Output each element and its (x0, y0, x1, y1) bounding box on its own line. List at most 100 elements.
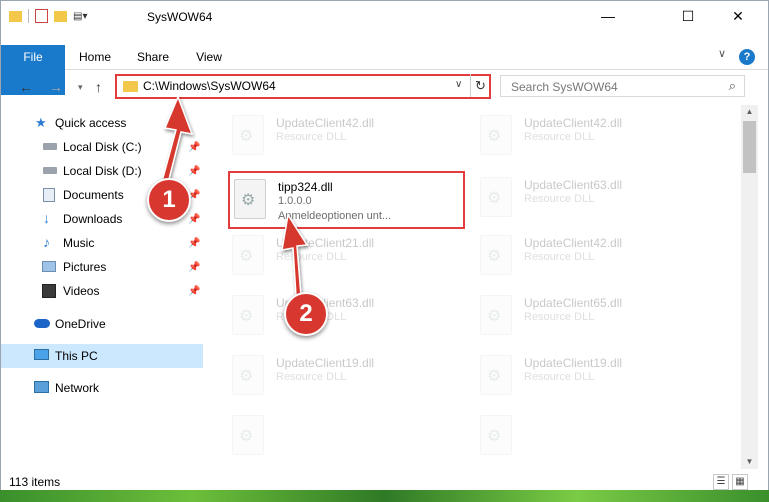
file-item[interactable]: UpdateClient42.dll Resource DLL (476, 229, 706, 279)
help-icon[interactable]: ? (739, 49, 755, 65)
pin-icon[interactable]: 📌 (188, 286, 200, 297)
properties-icon[interactable] (35, 9, 48, 23)
search-icon[interactable]: ⌕ (729, 78, 736, 94)
back-arrow-icon[interactable]: ← (19, 79, 33, 95)
sidebar-item-label: OneDrive (55, 317, 106, 331)
pin-icon[interactable]: 📌 (188, 214, 200, 225)
ribbon-tabs: File Home Share View ∨ ? (1, 45, 768, 95)
file-name: UpdateClient42.dll (524, 116, 623, 130)
computer-icon (34, 349, 49, 360)
tab-share[interactable]: Share (131, 45, 175, 69)
address-path[interactable]: C:\Windows\SysWOW64 (143, 79, 276, 93)
file-version: 1.0.0.0 (278, 195, 312, 207)
pin-icon[interactable]: 📌 (188, 166, 200, 177)
sidebar-item-quick-access[interactable]: ★ Quick access (1, 111, 203, 135)
expand-ribbon-icon[interactable]: ∨ (718, 47, 726, 60)
file-description: Resource DLL (524, 311, 595, 323)
file-description: Resource DLL (524, 371, 595, 383)
file-name: UpdateClient63.dll (524, 178, 623, 192)
file-description: Resource DLL (524, 251, 595, 263)
tab-view[interactable]: View (189, 45, 229, 69)
close-button[interactable]: ✕ (715, 1, 761, 31)
drive-icon (43, 167, 57, 174)
sidebar-item-label: Music (63, 236, 95, 250)
scrollbar-thumb[interactable] (743, 121, 756, 173)
search-input[interactable] (509, 77, 713, 97)
customize-toolbar-icon[interactable]: ▤▾ (73, 11, 87, 22)
file-item[interactable]: UpdateClient19.dll Resource DLL (228, 349, 458, 399)
pin-icon[interactable]: 📌 (188, 238, 200, 249)
file-item[interactable]: UpdateClient42.dll Resource DLL (476, 109, 706, 159)
forward-arrow-icon[interactable]: → (49, 79, 63, 95)
file-item[interactable] (476, 409, 706, 455)
sidebar-item-network[interactable]: Network (1, 376, 203, 400)
sidebar-item-label: Local Disk (D:) (63, 164, 142, 178)
sidebar-item-pictures[interactable]: Pictures 📌 (1, 255, 203, 279)
sidebar-item-local-disk-c[interactable]: Local Disk (C:) 📌 (1, 135, 203, 159)
refresh-icon[interactable]: ↻ (470, 74, 490, 97)
sidebar-item-label: Pictures (63, 260, 107, 274)
quick-access-toolbar: ▤▾ (9, 9, 87, 23)
file-item[interactable]: UpdateClient63.dll Resource DLL (476, 171, 706, 221)
sidebar-item-label: This PC (55, 349, 98, 363)
file-name: UpdateClient65.dll (524, 296, 623, 310)
window-title: SysWOW64 (147, 10, 213, 24)
step-1-badge: 1 (147, 178, 191, 222)
folder-icon (9, 10, 22, 22)
videos-icon (42, 284, 56, 298)
vertical-scrollbar[interactable]: ▲ ▼ (741, 105, 758, 469)
sidebar-item-label: Videos (63, 284, 100, 298)
network-icon (34, 381, 49, 393)
recent-locations-icon[interactable]: ▾ (78, 82, 83, 93)
title-bar: ▤▾ SysWOW64 — ☐ ✕ (1, 1, 768, 33)
file-description: Resource DLL (524, 131, 595, 143)
scroll-down-icon[interactable]: ▼ (741, 457, 758, 466)
file-item[interactable] (228, 409, 458, 455)
sidebar-item-music[interactable]: ♪ Music 📌 (1, 231, 203, 255)
file-name: tipp324.dll (278, 180, 333, 194)
pictures-icon (42, 261, 56, 272)
sidebar-item-videos[interactable]: Videos 📌 (1, 279, 203, 303)
large-icons-view-icon[interactable]: ▦ (732, 474, 748, 490)
file-name: UpdateClient42.dll (276, 116, 375, 130)
file-name: UpdateClient19.dll (524, 356, 623, 370)
sidebar-item-this-pc[interactable]: This PC (1, 344, 203, 368)
star-icon: ★ (35, 115, 47, 130)
file-item[interactable]: UpdateClient65.dll Resource DLL (476, 289, 706, 339)
file-item[interactable]: UpdateClient19.dll Resource DLL (476, 349, 706, 399)
cloud-icon (34, 319, 50, 328)
details-view-icon[interactable]: ☰ (713, 474, 729, 490)
chevron-down-icon[interactable]: ∨ (455, 79, 462, 90)
dll-file-icon (232, 295, 264, 335)
tab-home[interactable]: Home (73, 45, 117, 69)
file-name: UpdateClient21.dll (276, 236, 375, 250)
pin-icon[interactable]: 📌 (188, 262, 200, 273)
file-description: Resource DLL (524, 193, 595, 205)
dll-file-icon (232, 415, 264, 455)
toolbar-separator (28, 9, 29, 23)
search-box[interactable]: ⌕ (500, 75, 745, 97)
file-list: UpdateClient42.dll Resource DLL UpdateCl… (206, 105, 739, 469)
file-item-tipp324[interactable]: tipp324.dll 1.0.0.0 Anmeldeoptionen unt.… (228, 171, 465, 229)
dll-file-icon (480, 177, 512, 217)
scroll-up-icon[interactable]: ▲ (741, 107, 758, 116)
sidebar-item-onedrive[interactable]: OneDrive (1, 312, 203, 336)
dll-file-icon (480, 415, 512, 455)
dll-file-icon (480, 355, 512, 395)
new-folder-icon[interactable] (54, 10, 67, 22)
dll-file-icon (232, 115, 264, 155)
desktop-background (0, 490, 769, 502)
file-item[interactable]: UpdateClient42.dll Resource DLL (228, 109, 458, 159)
file-item[interactable]: UpdateClient63.dll Resource DLL (228, 289, 458, 339)
file-description: Resource DLL (276, 251, 347, 263)
pin-icon[interactable]: 📌 (188, 142, 200, 153)
sidebar-item-label: Documents (63, 188, 124, 202)
file-item[interactable]: UpdateClient21.dll Resource DLL (228, 229, 458, 279)
sidebar-item-label: Local Disk (C:) (63, 140, 142, 154)
address-bar[interactable]: C:\Windows\SysWOW64 ∨ ↻ (115, 74, 491, 99)
dll-file-icon (480, 295, 512, 335)
up-arrow-icon[interactable]: ↑ (95, 79, 102, 95)
minimize-button[interactable]: — (585, 1, 631, 31)
dll-file-icon (480, 115, 512, 155)
maximize-button[interactable]: ☐ (665, 1, 711, 31)
